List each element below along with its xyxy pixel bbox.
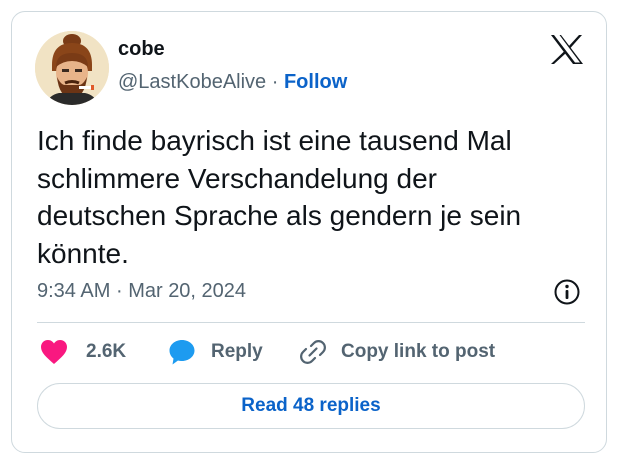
author-name[interactable]: cobe: [118, 38, 165, 61]
tweet-timestamp[interactable]: 9:34 AM · Mar 20, 2024: [37, 280, 246, 303]
reply-label: Reply: [211, 341, 263, 362]
author-handle-row: @LastKobeAlive · Follow: [118, 71, 347, 94]
info-icon[interactable]: [553, 278, 581, 306]
link-icon: [299, 338, 327, 366]
copy-link-button[interactable]: Copy link to post: [299, 337, 495, 367]
tweet-text: Ich finde bayrisch ist eine tausend Mal …: [37, 125, 522, 269]
tweet-date: Mar 20, 2024: [128, 280, 247, 302]
heart-icon: [40, 339, 68, 365]
handle-separator: ·: [271, 71, 279, 93]
avatar[interactable]: [35, 31, 109, 105]
tweet-time: 9:34 AM: [37, 280, 111, 302]
follow-button[interactable]: Follow: [284, 71, 347, 93]
x-logo-icon[interactable]: [550, 34, 584, 65]
speech-bubble-icon: [168, 338, 196, 366]
timestamp-separator: ·: [115, 280, 123, 302]
like-button[interactable]: 2.6K: [40, 337, 126, 367]
divider: [37, 322, 585, 323]
author-handle[interactable]: @LastKobeAlive: [118, 71, 266, 93]
copy-link-label: Copy link to post: [341, 341, 496, 362]
tweet-card: cobe @LastKobeAlive · Follow Ich finde b…: [11, 11, 607, 453]
reply-button[interactable]: Reply: [168, 337, 263, 367]
read-replies-button[interactable]: Read 48 replies: [37, 383, 585, 429]
like-count: 2.6K: [86, 341, 127, 362]
